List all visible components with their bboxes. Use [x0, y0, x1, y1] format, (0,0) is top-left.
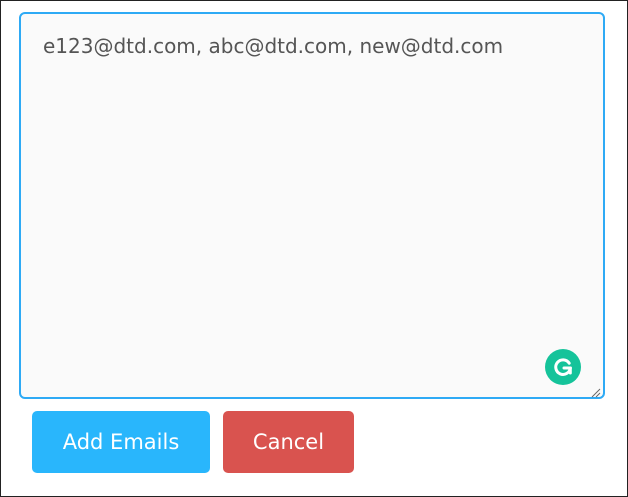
grammarly-icon[interactable] [545, 349, 581, 385]
email-dialog: e123@dtd.com, abc@dtd.com, new@dtd.com A… [0, 0, 628, 497]
cancel-button[interactable]: Cancel [223, 411, 354, 473]
email-textarea[interactable]: e123@dtd.com, abc@dtd.com, new@dtd.com [21, 14, 603, 397]
email-textarea-container: e123@dtd.com, abc@dtd.com, new@dtd.com [19, 12, 605, 399]
add-emails-button[interactable]: Add Emails [32, 411, 210, 473]
